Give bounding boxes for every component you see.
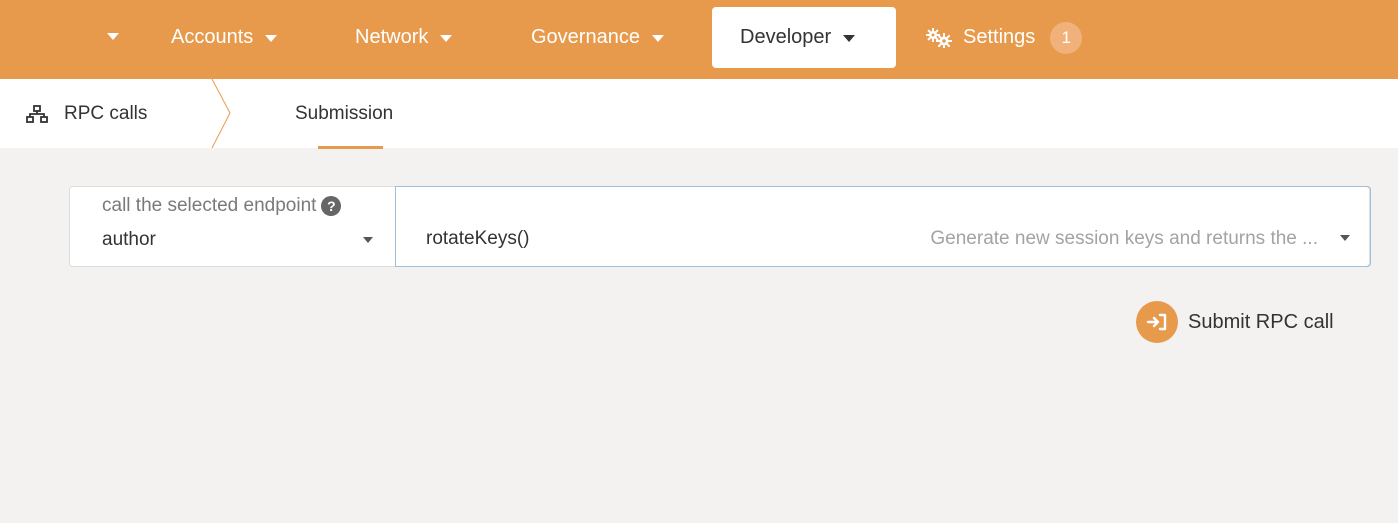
gears-icon bbox=[926, 27, 952, 48]
section-title: RPC calls bbox=[26, 79, 147, 148]
section-dropdown[interactable]: call the selected endpoint ? author bbox=[70, 187, 396, 266]
chevron-down-icon bbox=[363, 237, 373, 243]
network-icon bbox=[26, 104, 48, 123]
submit-rpc-button[interactable]: Submit RPC call bbox=[1136, 301, 1334, 343]
method-value: rotateKeys() bbox=[426, 228, 530, 249]
notification-badge: 1 bbox=[1050, 21, 1083, 54]
chevron-down-icon bbox=[1340, 235, 1350, 241]
nav-governance[interactable]: Governance bbox=[531, 7, 664, 68]
method-dropdown[interactable]: rotateKeys() Generate new session keys a… bbox=[395, 186, 1371, 267]
nav-accounts-label: Accounts bbox=[171, 26, 254, 48]
active-tab-indicator bbox=[318, 146, 383, 149]
method-description: Generate new session keys and returns th… bbox=[930, 228, 1318, 249]
nav-network-label: Network bbox=[355, 26, 429, 48]
chevron-down-icon bbox=[265, 35, 278, 42]
nav-accounts[interactable]: Accounts bbox=[171, 7, 278, 68]
chevron-down-icon bbox=[651, 35, 664, 42]
section-title-label: RPC calls bbox=[64, 102, 148, 124]
chevron-down-icon[interactable] bbox=[107, 33, 119, 40]
nav-governance-label: Governance bbox=[531, 26, 640, 48]
help-icon[interactable]: ? bbox=[321, 196, 342, 216]
field-label: call the selected endpoint ? bbox=[102, 195, 342, 217]
nav-network[interactable]: Network bbox=[355, 7, 453, 68]
endpoint-selector: call the selected endpoint ? author rota… bbox=[69, 186, 1371, 267]
submit-rpc-label: Submit RPC call bbox=[1188, 310, 1334, 333]
tab-submission[interactable]: Submission bbox=[295, 79, 393, 148]
section-value: author bbox=[102, 229, 156, 250]
nav-settings-label: Settings bbox=[963, 26, 1036, 48]
top-nav: Accounts Network Governance Developer Se… bbox=[0, 0, 1398, 79]
tab-submission-label: Submission bbox=[295, 102, 394, 124]
nav-settings[interactable]: Settings 1 bbox=[925, 7, 1083, 68]
nav-developer[interactable]: Developer bbox=[712, 7, 896, 68]
sub-nav: RPC calls Submission bbox=[0, 79, 1398, 148]
nav-developer-label: Developer bbox=[740, 26, 832, 48]
chevron-down-icon bbox=[843, 35, 856, 42]
breadcrumb-divider bbox=[211, 79, 231, 148]
chevron-down-icon bbox=[440, 35, 453, 42]
field-label-text: call the selected endpoint bbox=[102, 195, 317, 216]
sign-in-icon bbox=[1136, 301, 1178, 343]
